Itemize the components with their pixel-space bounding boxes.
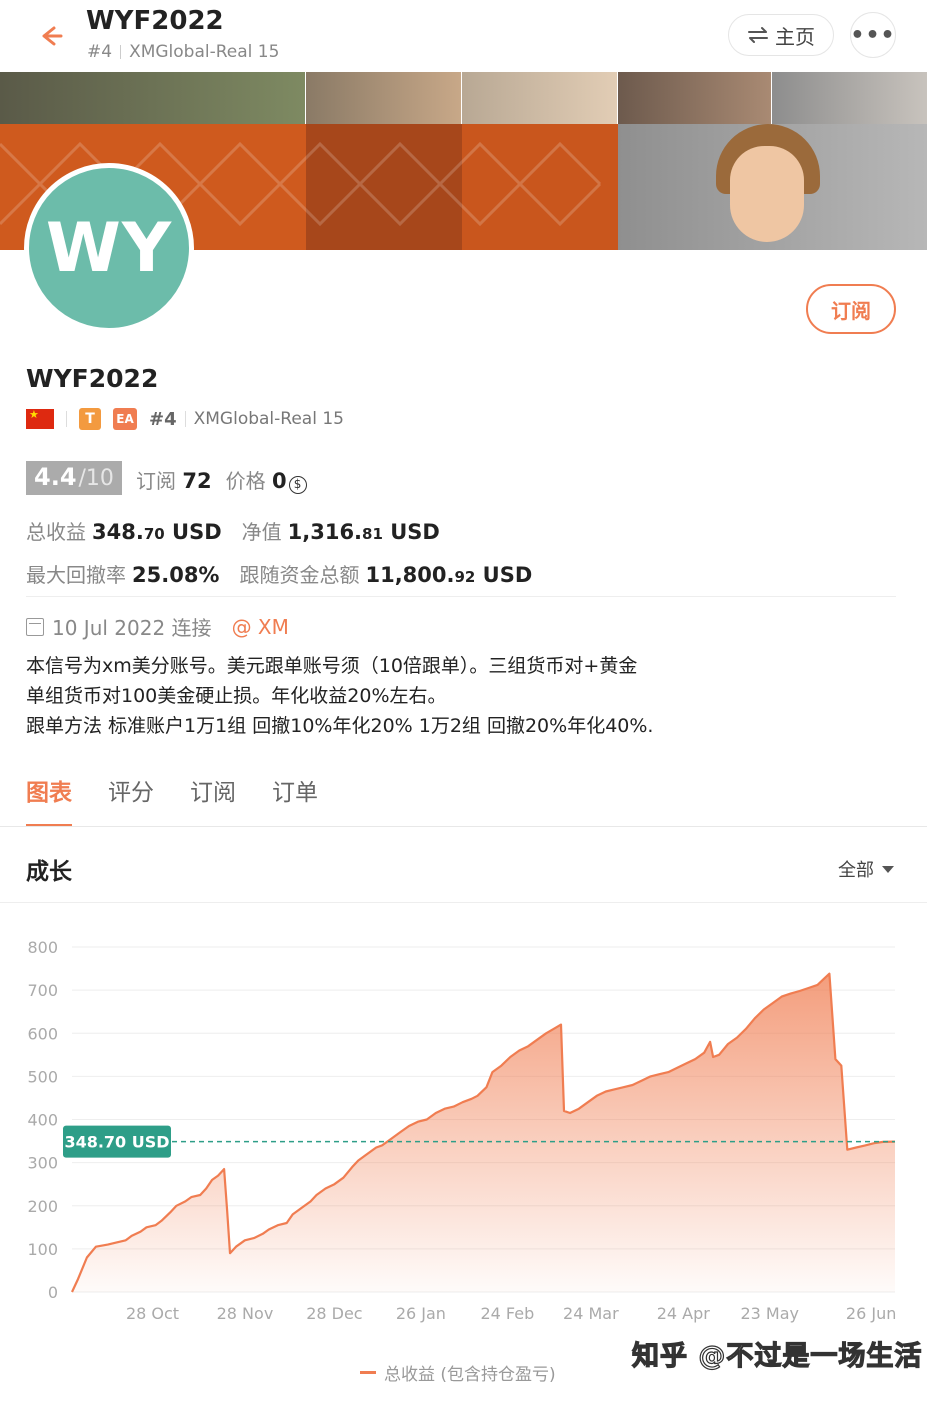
growth-chart: 0 100 200 300 400 500 600 700 800 28 Oct 28 Nov 28…: [27, 938, 896, 1323]
rating-badge: 4.4 /10: [26, 461, 122, 495]
server-label: XMGlobal-Real 15: [129, 42, 280, 62]
description-line: 跟单方法 标准账户1万1组 回撤10%年化20% 1万2组 回撤20%年化40%…: [26, 715, 654, 737]
tab-orders[interactable]: 订单: [272, 773, 318, 827]
x-tick-label: 28 Nov: [217, 1304, 274, 1323]
profit-equity-row: 总收益 348.70 USD 净值 1,316.81 USD: [26, 516, 440, 545]
total-profit-value: 348.70 USD: [92, 520, 222, 544]
profile-name: WYF2022: [26, 364, 159, 393]
x-tick-label: 24 Apr: [657, 1304, 711, 1323]
range-label: 全部: [838, 860, 874, 881]
back-arrow-icon[interactable]: [30, 16, 70, 56]
y-tick-label: 200: [27, 1197, 58, 1216]
subs-value: 72: [182, 469, 212, 493]
x-tick-label: 28 Dec: [306, 1304, 362, 1323]
caret-down-icon: [882, 865, 894, 873]
x-tick-label: 24 Feb: [480, 1304, 534, 1323]
coin-icon: $: [288, 476, 307, 494]
home-button-label: 主页: [775, 24, 815, 49]
drawdown-funds-row: 最大回撤率 25.08% 跟随资金总额 11,800.92 USD: [26, 559, 532, 588]
connection-date: 10 Jul 2022 连接: [52, 616, 212, 640]
x-tick-label: 26 Jan: [396, 1304, 446, 1323]
subscribe-button[interactable]: 订阅: [806, 284, 896, 334]
divider: [0, 826, 927, 827]
calendar-icon: [26, 617, 44, 636]
tab-bar: 图表 评分 订阅 订单: [26, 773, 318, 827]
legend-swatch: [360, 1371, 376, 1374]
price-value: 0: [271, 469, 287, 493]
x-tick-label: 26 Jun: [846, 1304, 896, 1323]
subs-label: 订阅: [136, 469, 176, 493]
server-label: XMGlobal-Real 15: [193, 409, 344, 429]
home-button[interactable]: 主页: [728, 14, 834, 56]
y-tick-label: 100: [27, 1240, 58, 1259]
y-tick-label: 600: [27, 1024, 58, 1043]
subs-price-row: 订阅 72 价格 0 $: [136, 465, 307, 494]
legend-label: 总收益 (包含持仓盈亏): [384, 1365, 556, 1385]
y-tick-label: 800: [27, 938, 58, 957]
y-tick-label: 500: [27, 1067, 58, 1086]
current-value-badge: 348.70 USD: [63, 1125, 171, 1158]
connection-info: 10 Jul 2022 连接 @ XM: [26, 612, 289, 641]
top-bar: WYF2022 #4 XMGlobal-Real 15 主页 •••: [0, 0, 927, 72]
avatar: WY: [24, 163, 194, 333]
equity-label: 净值: [241, 520, 282, 544]
banner-portrait: [618, 124, 927, 250]
broker-link[interactable]: @ XM: [232, 615, 289, 639]
x-tick-label: 28 Oct: [126, 1304, 179, 1323]
tab-subscribe[interactable]: 订阅: [190, 773, 236, 827]
switch-icon: [748, 27, 768, 43]
rank-label: #4: [149, 408, 177, 430]
equity-value: 1,316.81 USD: [287, 520, 440, 544]
t-badge: T: [79, 408, 101, 430]
china-flag-icon: [26, 408, 54, 429]
y-tick-label: 700: [27, 981, 58, 1000]
total-profit-label: 总收益: [26, 520, 86, 544]
page-subtitle: #4 XMGlobal-Real 15: [87, 42, 279, 62]
y-tick-label: 400: [27, 1111, 58, 1130]
watermark: 知乎 @不过是一场生活: [631, 1340, 923, 1372]
y-tick-label: 300: [27, 1154, 58, 1173]
page-title: WYF2022: [86, 6, 224, 36]
x-tick-label: 24 Mar: [563, 1304, 619, 1323]
growth-area: [72, 973, 895, 1292]
rating-score: 4.4: [34, 463, 77, 491]
rank-label: #4: [87, 42, 113, 62]
tab-rating[interactable]: 评分: [108, 773, 154, 827]
chart-legend: 总收益 (包含持仓盈亏): [360, 1360, 556, 1385]
tab-chart[interactable]: 图表: [26, 773, 72, 827]
ea-badge: EA: [113, 408, 137, 430]
banner-photo-strip: [0, 72, 927, 124]
follow-funds-value: 11,800.92 USD: [365, 563, 533, 587]
current-value-label: 348.70 USD: [64, 1133, 169, 1152]
description: 本信号为xm美分账号。美元跟单账号须（10倍跟单）。三组货币对+黄金 单组货币对…: [26, 651, 653, 741]
y-tick-label: 0: [48, 1283, 58, 1302]
max-drawdown-value: 25.08%: [132, 563, 220, 587]
description-line: 单组货币对100美金硬止损。年化收益20%左右。: [26, 685, 447, 707]
follow-funds-label: 跟随资金总额: [239, 563, 360, 587]
rating-max: /10: [78, 466, 114, 491]
profile-tags: T EA #4 XMGlobal-Real 15: [26, 406, 344, 432]
growth-title: 成长: [26, 859, 72, 885]
range-dropdown[interactable]: 全部: [838, 856, 894, 882]
more-options-button[interactable]: •••: [850, 12, 896, 58]
max-drawdown-label: 最大回撤率: [26, 563, 126, 587]
description-line: 本信号为xm美分账号。美元跟单账号须（10倍跟单）。三组货币对+黄金: [26, 655, 638, 677]
price-label: 价格: [225, 469, 266, 493]
x-tick-label: 23 May: [740, 1304, 799, 1323]
divider: [26, 596, 896, 597]
